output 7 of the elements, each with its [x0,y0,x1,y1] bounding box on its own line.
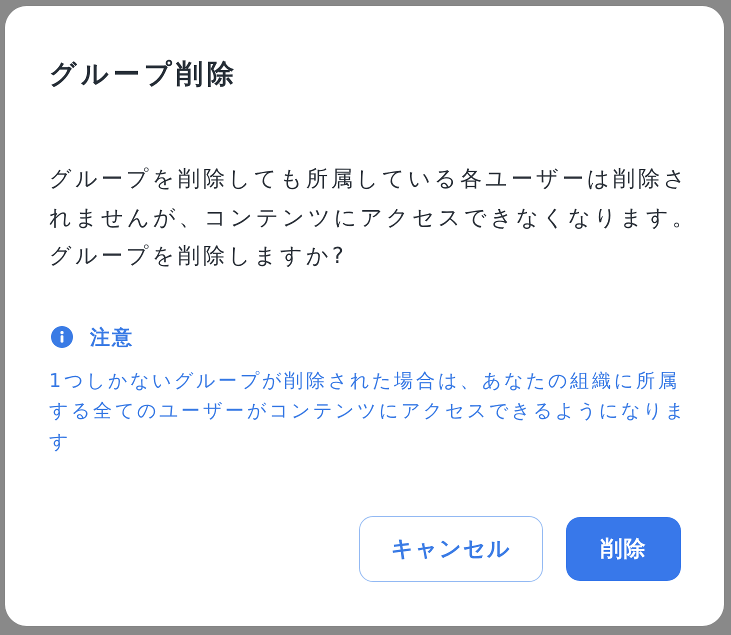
dialog-title: グループ削除 [49,58,239,92]
notice-text: 1つしかないグループが削除された場合は、あなたの組織に所属する全てのユーザーがコンテンツにアクセスできるようになります [49,368,688,454]
info-icon [51,326,73,348]
dialog-message: グループを削除しても所属している各ユーザーは削除されませんが、コンテンツにアクセスできなくなります。グループを削除しますか? [49,166,698,271]
delete-button[interactable]: 削除 [566,517,681,581]
notice-heading: 注意 [90,324,134,350]
cancel-button[interactable]: キャンセル [359,516,543,582]
